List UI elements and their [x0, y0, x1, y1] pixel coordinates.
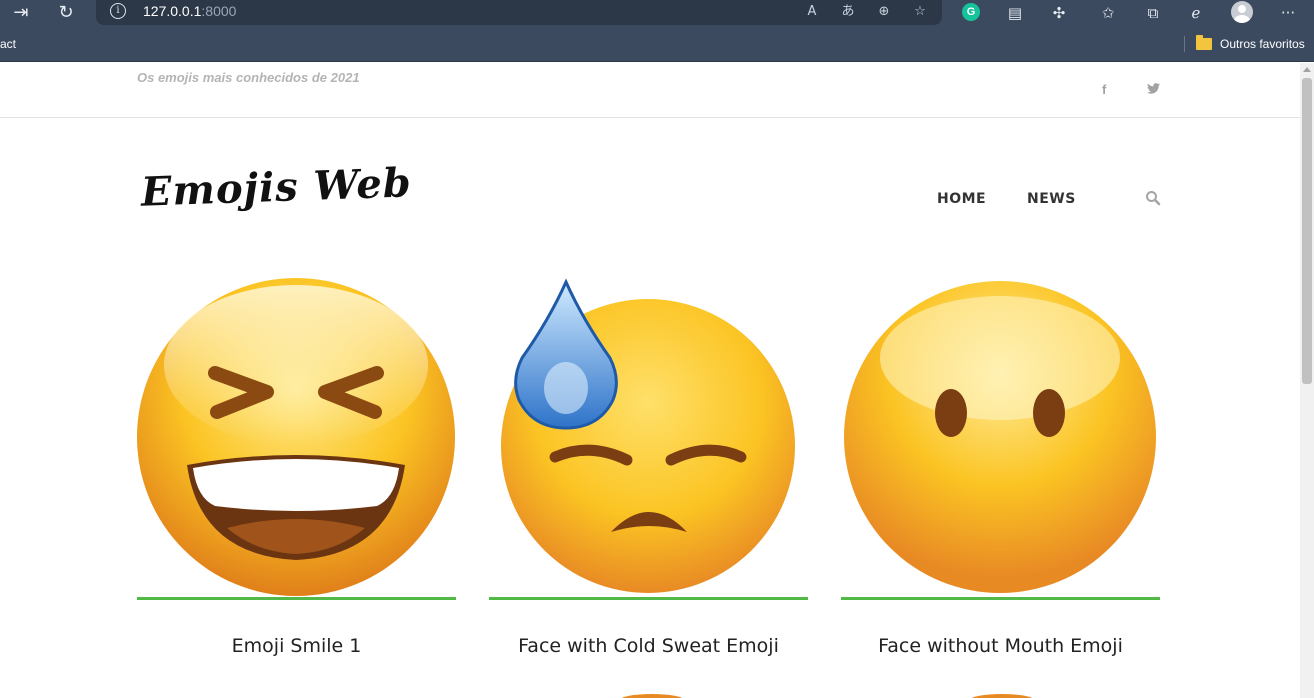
- facebook-icon[interactable]: f: [1102, 82, 1106, 97]
- emoji-card[interactable]: Face with Cold Sweat Emoji: [489, 270, 808, 690]
- site-logo[interactable]: Emojis Web: [140, 159, 412, 215]
- emoji-card[interactable]: Face without Mouth Emoji: [841, 270, 1160, 690]
- translate-icon[interactable]: あ: [837, 2, 859, 22]
- twitter-icon[interactable]: [1147, 82, 1160, 97]
- forward-icon[interactable]: ⇥: [8, 1, 34, 25]
- zoom-icon[interactable]: ⊕: [873, 2, 895, 22]
- read-aloud-icon[interactable]: A: [801, 2, 823, 22]
- edge-icon[interactable]: ℯ: [1183, 1, 1209, 25]
- favorites-divider: [1184, 36, 1185, 52]
- grammarly-extension-icon[interactable]: G: [962, 3, 980, 21]
- card-accent-line: [841, 597, 1160, 600]
- cold-sweat-emoji-icon: [501, 278, 795, 593]
- card-title[interactable]: Face without Mouth Emoji: [841, 635, 1160, 657]
- refresh-icon[interactable]: ↻: [53, 1, 79, 25]
- emoji-card[interactable]: Emoji Smile 1: [137, 270, 456, 690]
- card-accent-line: [489, 597, 808, 600]
- address-bar[interactable]: i 127.0.0.1:8000 A あ ⊕ ☆: [96, 0, 942, 25]
- card-title[interactable]: Emoji Smile 1: [137, 635, 456, 657]
- collections-icon[interactable]: ⧉: [1140, 1, 1166, 25]
- add-favorite-icon[interactable]: ☆: [909, 2, 931, 22]
- favorites-icon[interactable]: ✩: [1095, 1, 1121, 25]
- emoji-preview: [971, 694, 1033, 698]
- favorites-bar: [0, 28, 1314, 62]
- folder-icon[interactable]: [1196, 35, 1212, 50]
- more-icon[interactable]: ···: [1275, 1, 1301, 25]
- favorites-item[interactable]: act: [0, 37, 16, 51]
- other-favorites-link[interactable]: Outros favoritos: [1220, 37, 1305, 51]
- extensions-icon[interactable]: ✣: [1046, 1, 1072, 25]
- site-tagline: Os emojis mais conhecidos de 2021: [137, 70, 360, 85]
- address-url[interactable]: 127.0.0.1:8000: [143, 3, 236, 19]
- laughing-emoji-icon: [137, 278, 455, 596]
- no-mouth-emoji-icon: [844, 281, 1156, 593]
- page-icon[interactable]: ▤: [1002, 1, 1028, 25]
- site-info-icon[interactable]: i: [110, 3, 126, 19]
- profile-avatar[interactable]: [1231, 1, 1253, 23]
- card-accent-line: [137, 597, 456, 600]
- header-divider: [0, 117, 1300, 118]
- card-title[interactable]: Face with Cold Sweat Emoji: [489, 635, 808, 657]
- scroll-up-icon[interactable]: [1303, 67, 1311, 72]
- search-icon[interactable]: [1145, 190, 1161, 206]
- emoji-preview: [621, 694, 683, 698]
- nav-home[interactable]: HOME: [937, 191, 986, 207]
- nav-news[interactable]: NEWS: [1027, 191, 1076, 207]
- scrollbar-thumb[interactable]: [1302, 78, 1312, 384]
